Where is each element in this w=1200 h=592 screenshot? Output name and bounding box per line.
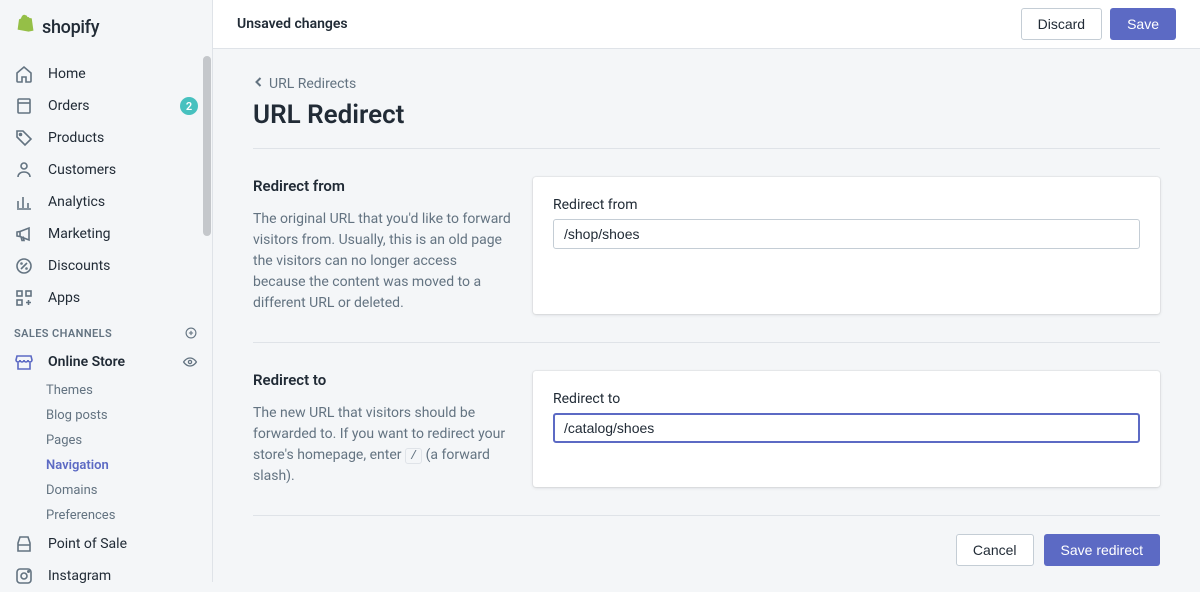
nav-label: Orders (48, 98, 166, 114)
breadcrumb-label: URL Redirects (269, 76, 356, 92)
instagram-icon (14, 566, 34, 586)
sidebar-scrollbar[interactable] (203, 56, 211, 236)
section-title: Redirect to (253, 371, 513, 389)
nav-apps[interactable]: Apps (0, 282, 212, 314)
subnav-preferences[interactable]: Preferences (46, 503, 212, 528)
main-nav: Home Orders 2 Products Customers Analyti… (0, 50, 212, 592)
nav-online-store[interactable]: Online Store (0, 346, 212, 378)
redirect-from-input[interactable] (553, 219, 1140, 249)
redirect-to-label: Redirect to (553, 391, 1140, 407)
subnav-blog-posts[interactable]: Blog posts (46, 403, 212, 428)
discard-button[interactable]: Discard (1021, 8, 1102, 40)
unsaved-changes-label: Unsaved changes (237, 16, 348, 32)
logo[interactable]: shopify (0, 0, 212, 50)
nav-home[interactable]: Home (0, 58, 212, 90)
redirect-to-card: Redirect to (533, 371, 1160, 487)
shopify-bag-icon (16, 14, 36, 40)
nav-customers[interactable]: Customers (0, 154, 212, 186)
apps-icon (14, 288, 34, 308)
discount-icon (14, 256, 34, 276)
home-icon (14, 64, 34, 84)
nav-label: Analytics (48, 194, 198, 210)
page-content: URL Redirects URL Redirect Redirect from… (213, 49, 1200, 582)
section-desc: The original URL that you'd like to forw… (253, 209, 513, 314)
nav-products[interactable]: Products (0, 122, 212, 154)
nav-instagram[interactable]: Instagram (0, 560, 212, 592)
nav-analytics[interactable]: Analytics (0, 186, 212, 218)
subnav-domains[interactable]: Domains (46, 478, 212, 503)
nav-discounts[interactable]: Discounts (0, 250, 212, 282)
save-redirect-button[interactable]: Save redirect (1044, 534, 1160, 566)
logo-text: shopify (42, 17, 99, 38)
nav-orders[interactable]: Orders 2 (0, 90, 212, 122)
online-store-subnav: Themes Blog posts Pages Navigation Domai… (0, 378, 212, 528)
nav-label: Products (48, 130, 198, 146)
page-title: URL Redirect (253, 100, 1160, 130)
nav-label: Online Store (48, 354, 168, 370)
topbar: Unsaved changes Discard Save (213, 0, 1200, 49)
nav-pos[interactable]: Point of Sale (0, 528, 212, 560)
nav-label: Discounts (48, 258, 198, 274)
chevron-left-icon (253, 76, 265, 92)
breadcrumb[interactable]: URL Redirects (253, 76, 356, 92)
store-icon (14, 352, 34, 372)
subnav-navigation[interactable]: Navigation (46, 453, 212, 478)
cancel-button[interactable]: Cancel (956, 534, 1034, 566)
sidebar: shopify Home Orders 2 Products Customers (0, 0, 213, 582)
sales-channels-header: SALES CHANNELS (0, 314, 212, 346)
pos-icon (14, 534, 34, 554)
megaphone-icon (14, 224, 34, 244)
redirect-from-section: Redirect from The original URL that you'… (253, 149, 1160, 342)
footer-actions: Cancel Save redirect (253, 516, 1160, 582)
chart-icon (14, 192, 34, 212)
nav-label: Customers (48, 162, 198, 178)
redirect-from-card: Redirect from (533, 177, 1160, 314)
section-title: Redirect from (253, 177, 513, 195)
nav-label: Marketing (48, 226, 198, 242)
subnav-pages[interactable]: Pages (46, 428, 212, 453)
nav-label: Apps (48, 290, 198, 306)
section-desc: The new URL that visitors should be forw… (253, 403, 513, 487)
redirect-to-input[interactable] (553, 413, 1140, 443)
nav-label: Point of Sale (48, 536, 198, 552)
nav-label: Home (48, 66, 198, 82)
nav-marketing[interactable]: Marketing (0, 218, 212, 250)
subnav-themes[interactable]: Themes (46, 378, 212, 403)
tag-icon (14, 128, 34, 148)
person-icon (14, 160, 34, 180)
orders-icon (14, 96, 34, 116)
redirect-to-section: Redirect to The new URL that visitors sh… (253, 343, 1160, 515)
save-button[interactable]: Save (1110, 8, 1176, 40)
eye-icon[interactable] (182, 354, 198, 370)
orders-badge: 2 (180, 97, 198, 115)
add-channel-icon[interactable] (184, 326, 198, 340)
section-header-label: SALES CHANNELS (14, 327, 112, 340)
redirect-from-label: Redirect from (553, 197, 1140, 213)
